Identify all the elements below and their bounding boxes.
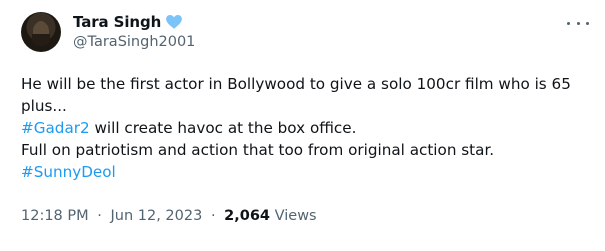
tweet-time[interactable]: 12:18 PM [21,208,89,224]
more-options-icon[interactable] [567,14,589,32]
tweet-line-3-text: will create havoc at the box office. [89,119,357,137]
tweet-line-4: Full on patriotism and action that too f… [21,141,495,159]
user-handle[interactable]: @TaraSingh2001 [73,34,195,50]
avatar-beard [32,34,50,46]
hashtag-gadar2-link[interactable]: #Gadar2 [21,119,90,137]
tweet-text: He will be the first actor in Bollywood … [21,73,587,183]
views-label: Views [274,208,317,224]
meta-separator-2: · [210,208,216,224]
tweet-line-3: #Gadar2 will create havoc at the box off… [21,117,587,139]
tweet-line-2: plus... [21,97,67,115]
verified-heart-icon [166,14,183,29]
meta-separator: · [97,208,102,224]
tweet-line-1: He will be the first actor in Bollywood … [21,75,571,93]
tweet-line-5: #SunnyDeol [21,161,587,183]
avatar[interactable] [21,12,61,52]
tweet-date[interactable]: Jun 12, 2023 [110,208,202,224]
name-row: Tara Singh [73,12,195,32]
views-count: 2,064 [224,208,271,224]
tweet-header: Tara Singh @TaraSingh2001 [73,12,195,50]
hashtag-sunnydeol-link[interactable]: #SunnyDeol [21,163,116,181]
tweet-meta: 12:18 PM · Jun 12, 2023 · 2,064 Views [21,208,317,224]
display-name[interactable]: Tara Singh [73,13,161,31]
